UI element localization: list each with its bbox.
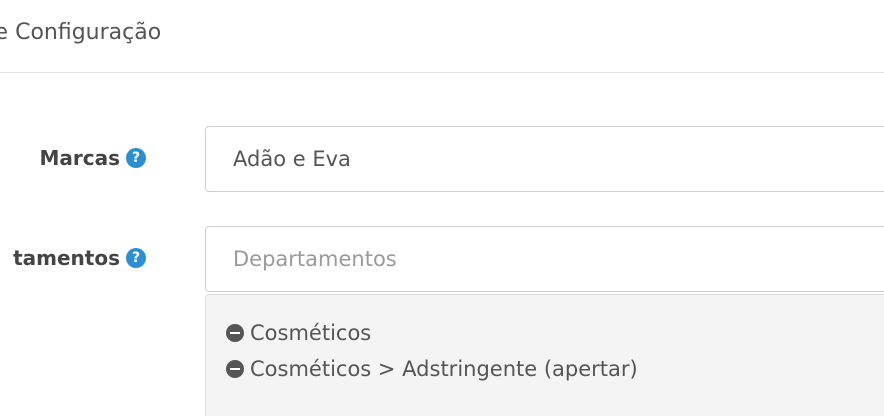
- departments-input[interactable]: [205, 226, 884, 292]
- departments-selected-list: Cosméticos Cosméticos > Adstringente (ap…: [205, 294, 884, 416]
- brands-input[interactable]: [205, 126, 884, 192]
- section-title: re Configuração: [0, 20, 162, 45]
- departments-label: tamentos ?: [13, 246, 146, 270]
- department-item: Cosméticos > Adstringente (apertar): [226, 351, 884, 387]
- department-item: Cosméticos: [226, 315, 884, 351]
- brands-help-icon[interactable]: ?: [126, 148, 146, 168]
- department-item-label: Cosméticos > Adstringente (apertar): [250, 357, 638, 381]
- remove-department-icon[interactable]: [226, 360, 244, 378]
- departments-label-text: tamentos: [13, 246, 120, 270]
- brands-label: Marcas ?: [39, 146, 146, 170]
- settings-form-panel: re Configuração Marcas ? tamentos ? Cosm…: [0, 0, 884, 416]
- departments-help-icon[interactable]: ?: [126, 248, 146, 268]
- section-divider: [0, 72, 884, 73]
- department-item-label: Cosméticos: [250, 321, 372, 345]
- brands-label-text: Marcas: [39, 146, 120, 170]
- remove-department-icon[interactable]: [226, 324, 244, 342]
